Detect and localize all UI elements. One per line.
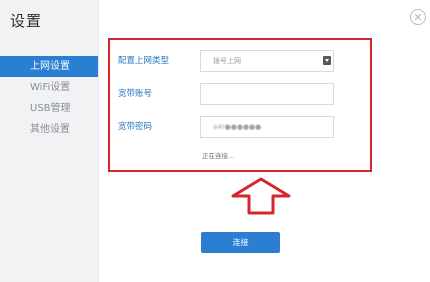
connection-type-value: 拨号上网 [213,57,241,65]
sidebar-item-internet-settings[interactable]: 上网设置 [0,56,98,77]
password-label: 宽带密码 [118,122,153,132]
close-icon[interactable]: ✕ [410,9,426,25]
sidebar-item-usb-management[interactable]: USB管理 [0,98,98,119]
password-value: a4r●●●●●● [213,123,262,131]
sidebar-nav: 上网设置 WiFi设置 USB管理 其他设置 [0,56,98,140]
window-title: 设置 [10,12,43,30]
connection-type-label: 配置上网类型 [118,56,170,66]
connect-button[interactable]: 连接 [201,232,280,253]
up-arrow-icon [231,177,291,215]
sidebar: 设置 上网设置 WiFi设置 USB管理 其他设置 [0,0,99,282]
account-input[interactable] [200,83,334,105]
password-input[interactable]: a4r●●●●●● [200,116,334,138]
connection-type-select[interactable]: 拨号上网 [200,50,334,72]
dropdown-arrow-icon [323,56,331,65]
connection-status-text: 正在连接... [202,152,235,160]
sidebar-item-wifi-settings[interactable]: WiFi设置 [0,77,98,98]
account-label: 宽带账号 [118,89,153,99]
sidebar-item-other-settings[interactable]: 其他设置 [0,119,98,140]
